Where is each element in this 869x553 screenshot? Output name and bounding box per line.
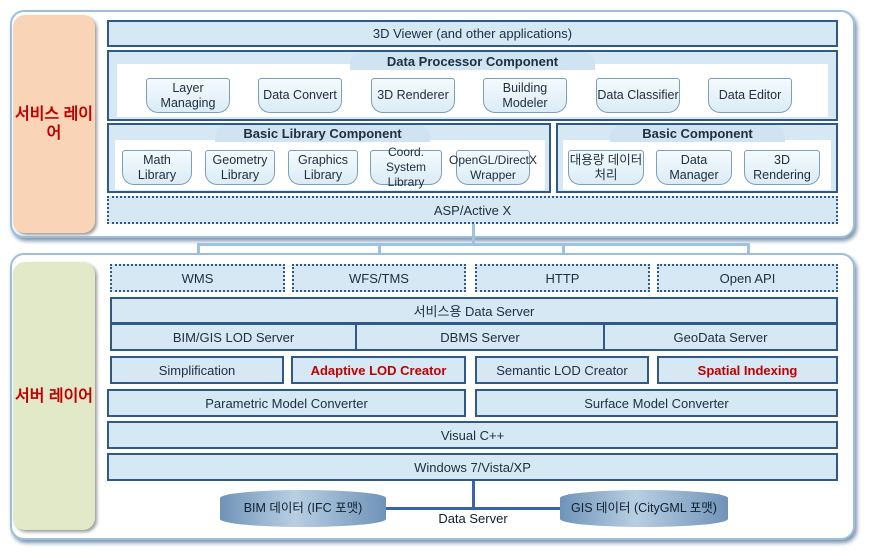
library-item: OpenGL/DirectX Wrapper <box>449 150 537 185</box>
connector <box>197 243 750 246</box>
protocol-open-api: Open API <box>657 264 838 292</box>
library-item: Coord. System Library <box>370 145 442 189</box>
bim-database-icon: BIM 데이터 (IFC 포맷) <box>220 490 386 527</box>
lod-semantic: Semantic LOD Creator <box>475 356 649 384</box>
lod-adaptive: Adaptive LOD Creator <box>291 356 466 384</box>
connector <box>472 481 475 509</box>
service-layer-label: 서비스 레이어 <box>13 15 95 233</box>
service-data-server: 서비스용 Data Server <box>110 297 838 324</box>
converter-parametric: Parametric Model Converter <box>107 389 466 417</box>
component-item: Data Convert <box>258 78 342 113</box>
library-item: Geometry Library <box>205 150 275 185</box>
basic-item: 대용량 데이터 처리 <box>568 150 644 185</box>
server-dbms: DBMS Server <box>355 323 605 351</box>
data-server-label: Data Server <box>438 511 508 526</box>
lod-spatial-indexing: Spatial Indexing <box>657 356 838 384</box>
protocol-wms: WMS <box>110 264 285 292</box>
viewer-bar: 3D Viewer (and other applications) <box>107 20 838 47</box>
lod-simplification: Simplification <box>110 356 284 384</box>
component-item: Layer Managing <box>146 78 230 113</box>
windows-bar: Windows 7/Vista/XP <box>107 453 838 481</box>
server-layer-label: 서버 레이어 <box>13 262 95 530</box>
protocol-wfs: WFS/TMS <box>292 264 466 292</box>
component-item: Building Modeler <box>483 78 567 113</box>
basic-component-title: Basic Component <box>610 125 785 142</box>
component-item: 3D Renderer <box>371 78 455 113</box>
visual-cpp-bar: Visual C++ <box>107 421 838 449</box>
server-lod: BIM/GIS LOD Server <box>110 323 357 351</box>
protocol-http: HTTP <box>475 264 650 292</box>
library-item: Graphics Library <box>288 150 358 185</box>
component-item: Data Editor <box>708 78 792 113</box>
basic-item: Data Manager <box>656 150 732 185</box>
library-item: Math Library <box>122 150 192 185</box>
component-item: Data Classifier <box>596 78 680 113</box>
converter-surface: Surface Model Converter <box>475 389 838 417</box>
basic-item: 3D Rendering <box>744 150 820 185</box>
data-processor-title: Data Processor Component <box>350 52 595 70</box>
gis-database-icon: GIS 데이터 (CityGML 포맷) <box>560 490 728 527</box>
server-geodata: GeoData Server <box>603 323 838 351</box>
basic-library-title: Basic Library Component <box>215 125 430 142</box>
connector <box>386 507 561 510</box>
asp-bar: ASP/Active X <box>107 196 838 224</box>
